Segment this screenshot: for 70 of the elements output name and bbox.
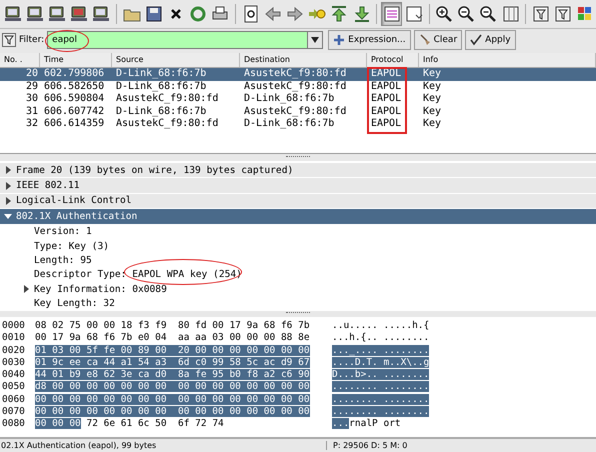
tree-item[interactable]: Frame 20 (139 bytes on wire, 139 bytes captured): [0, 163, 596, 178]
packet-count-text: P: 29506 D: 5 M: 0: [326, 441, 408, 450]
forward-arrow-icon: [286, 5, 304, 23]
reload-icon: [189, 5, 208, 23]
ascii-text: ........ ........: [331, 394, 430, 406]
top-arrow-icon: [330, 5, 348, 23]
hex-bytes: 01 9c ee ca 44 a1 54 a3 6d c0 99 58 5c ac d9 67: [35, 356, 311, 370]
annotation-ellipse: [45, 30, 89, 52]
column-header[interactable]: Info: [419, 53, 596, 67]
toolbar-button[interactable]: [381, 2, 402, 26]
ascii-text: D...b>.. ........: [331, 369, 430, 382]
packet-row[interactable]: 30 606.590804 AsustekC_f9:80:fd D-Link_68:f6:7b EAPOL Key: [0, 93, 596, 106]
hex-bytes: 08 02 75 00 00 18 f3 f9 80 fd 00 17 9a 68 f6 7b: [35, 320, 311, 332]
packet-row[interactable]: 32 606.614359 AsustekC_f9:80:fd D-Link_68:f6:7b EAPOL Key: [0, 118, 596, 130]
zoom-out-icon: [457, 5, 476, 23]
packet-row[interactable]: 31 606.607742 D-Link_68:f6:7b AsustekC_f9:80:fd EAPOL Key: [0, 106, 596, 118]
offset-label: 0000: [1, 320, 26, 332]
broom-icon: [418, 34, 431, 46]
filter-label: Filter:: [19, 35, 44, 45]
back-arrow-icon: [264, 5, 282, 23]
hex-bytes: 01 03 00 5f fe 00 89 00 20 00 00 00 00 00 00 00: [35, 344, 311, 357]
expression-button[interactable]: Expression...: [328, 30, 411, 50]
hex-bytes: 00 00 00 72 6e 61 6c 50 6f 72 74: [35, 418, 225, 431]
hex-bytes: d8 00 00 00 00 00 00 00 00 00 00 00 00 00 00 00: [35, 381, 311, 394]
expand-triangle-icon[interactable]: [22, 285, 30, 294]
column-header[interactable]: Time: [40, 53, 112, 67]
hex-bytes: 00 00 00 00 00 00 00 00 00 00 00 00 00 00 00 00: [35, 394, 311, 406]
tree-item[interactable]: 802.1X Authentication: [0, 209, 596, 225]
offset-label: 0050: [1, 381, 26, 394]
tree-item[interactable]: Logical-Link Control: [0, 194, 596, 210]
ascii-text: ...h.{.. ........: [331, 332, 430, 345]
offset-label: 0060: [1, 394, 26, 406]
dropdown-arrow-icon: [311, 37, 320, 43]
hex-bytes: 44 01 b9 e8 62 3e ca d0 8a fe 95 b0 f8 a2 c6 90: [35, 369, 311, 382]
column-header[interactable]: Source: [112, 53, 240, 67]
ascii-text: ........ ........: [331, 406, 430, 418]
hex-bytes: 00 17 9a 68 f6 7b e0 04 aa aa 03 00 00 00 88 8e: [35, 332, 311, 345]
tree-item[interactable]: Key Length: 32: [0, 296, 596, 311]
capture-filter-icon: [532, 5, 550, 23]
packet-row[interactable]: 20 602.799806 D-Link_68:f6:7b AsustekC_f9:80:fd EAPOL Key: [0, 68, 596, 80]
tree-item[interactable]: IEEE 802.11: [0, 178, 596, 194]
filter-field[interactable]: eapol: [47, 31, 324, 49]
save-icon: [144, 5, 163, 23]
column-header[interactable]: Protocol: [367, 53, 419, 67]
clear-button[interactable]: Clear: [414, 30, 462, 50]
column-header[interactable]: No. .: [0, 53, 40, 67]
bottom-arrow-icon: [352, 5, 371, 23]
offset-label: 0030: [1, 356, 26, 370]
status-text: 02.1X Authentication (eapol), 99 bytes: [0, 441, 158, 450]
offset-label: 0010: [1, 332, 26, 345]
zoom-in-icon: [435, 5, 454, 23]
offset-label: 0020: [1, 344, 26, 357]
collapse-triangle-icon[interactable]: [4, 212, 12, 220]
display-filter-icon: [554, 5, 572, 23]
checkmark-icon: [470, 34, 482, 46]
ascii-text: ....D.T. m..X\..g: [331, 356, 430, 370]
apply-button[interactable]: Apply: [465, 30, 516, 50]
plus-icon: [333, 34, 346, 46]
offset-label: 0040: [1, 369, 26, 382]
packet-row[interactable]: 29 606.582650 D-Link_68:f6:7b AsustekC_f9:80:fd EAPOL Key: [0, 80, 596, 93]
offset-label: 0070: [1, 406, 26, 418]
ascii-text: ...rnalP ort: [331, 418, 401, 431]
column-header[interactable]: Destination: [240, 53, 367, 67]
offset-label: 0080: [1, 418, 26, 431]
ascii-text: ........ ........: [331, 381, 430, 394]
annotation-box: [367, 67, 407, 134]
ascii-text: ..u..... .....h.{: [331, 320, 430, 332]
ascii-text: ..._.... ........: [331, 344, 430, 357]
resize-columns-icon: [502, 5, 520, 23]
hex-bytes: 00 00 00 00 00 00 00 00 00 00 00 00 00 00 00 00: [35, 406, 311, 418]
